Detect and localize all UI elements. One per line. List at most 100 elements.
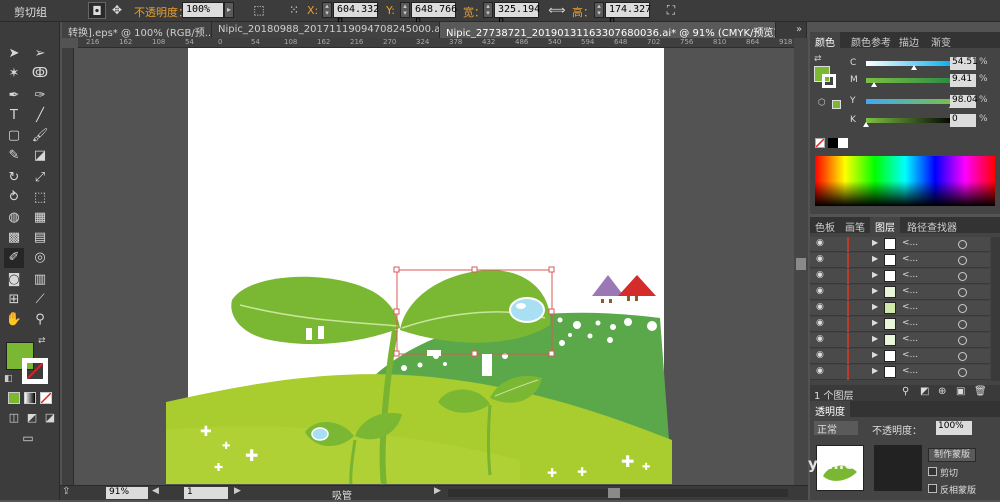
lock-slot[interactable] — [832, 365, 842, 379]
horizontal-ruler[interactable]: 216 162 108 54 0 54 108 162 216 270 324 378 432 486 54… — [78, 38, 794, 48]
channel-knob[interactable] — [863, 122, 869, 127]
stroke-swatch[interactable] — [22, 358, 48, 384]
rectangle-tool-icon[interactable]: ▢ — [4, 126, 24, 146]
free-transform-tool-icon[interactable]: ⬚ — [30, 188, 50, 208]
reference-point-icon[interactable]: ⁙ — [285, 2, 303, 19]
tab-color[interactable]: 颜色 — [810, 32, 840, 49]
transform-icon[interactable]: ⛶ — [662, 2, 680, 19]
draw-mode-icon[interactable]: ◫ — [4, 408, 24, 428]
expand-icon[interactable]: ▶ — [872, 366, 878, 375]
perspective-grid-tool-icon[interactable]: ▦ — [30, 208, 50, 228]
layer-name[interactable]: <... — [902, 350, 918, 360]
target-icon[interactable] — [958, 304, 967, 313]
slider-yellow[interactable]: Y 98.04 % — [810, 94, 1000, 110]
slice-tool-icon[interactable]: ⟋ — [30, 290, 50, 310]
direct-selection-tool-icon[interactable]: ➢ — [30, 44, 50, 64]
curvature-tool-icon[interactable]: ✑ — [30, 86, 50, 106]
none-color-swatch[interactable] — [815, 138, 825, 148]
rotate-tool-icon[interactable]: ↻ — [4, 168, 24, 188]
eye-icon[interactable]: ◉ — [816, 270, 824, 280]
target-icon[interactable] — [958, 320, 967, 329]
layer-name[interactable]: <... — [902, 366, 918, 376]
target-icon[interactable] — [958, 336, 967, 345]
column-graph-tool-icon[interactable]: ▥ — [30, 270, 50, 290]
layer-row[interactable]: ◉ ▶ <... — [810, 333, 990, 348]
channel-value[interactable]: 0 — [950, 114, 976, 127]
blend-tool-icon[interactable]: ◎ — [30, 248, 50, 268]
lasso-tool-icon[interactable]: ↂ — [30, 64, 50, 84]
layer-name[interactable]: <... — [902, 286, 918, 296]
artboard[interactable] — [188, 48, 664, 480]
target-icon[interactable] — [958, 240, 967, 249]
target-icon[interactable] — [958, 288, 967, 297]
expand-icon[interactable]: ▶ — [872, 350, 878, 359]
artboard-tool-icon[interactable]: ⊞ — [4, 290, 24, 310]
eraser-tool-icon[interactable]: ◪ — [30, 146, 50, 166]
slider-cyan[interactable]: C 54.51 % — [810, 56, 1000, 72]
height-stepper[interactable]: ▴ ▾ — [594, 2, 604, 18]
tab-brushes[interactable]: 画笔 — [840, 217, 870, 234]
white-swatch[interactable] — [838, 138, 848, 148]
slider-black[interactable]: K 0 % — [810, 113, 1000, 129]
eye-icon[interactable]: ◉ — [816, 334, 824, 344]
lock-slot[interactable] — [832, 253, 842, 267]
tab-gradient[interactable]: 渐变 — [926, 32, 956, 49]
horizontal-scroll-thumb[interactable] — [608, 488, 620, 498]
channel-value[interactable]: 9.41 — [950, 74, 976, 87]
eye-icon[interactable]: ◉ — [816, 350, 824, 360]
layer-name[interactable]: <... — [902, 318, 918, 328]
opacity-input[interactable]: 100% — [182, 2, 224, 18]
tab-swatches[interactable]: 色板 — [810, 217, 840, 234]
layer-row[interactable]: ◉ ▶ <... — [810, 285, 990, 300]
type-tool-icon[interactable]: T — [4, 106, 24, 126]
layer-row[interactable]: ◉ ▶ <... — [810, 301, 990, 316]
layer-row[interactable]: ◉ ▶ <... — [810, 237, 990, 252]
vertical-scrollbar[interactable] — [794, 38, 808, 485]
width-stepper[interactable]: ▴ ▾ — [483, 2, 493, 18]
lock-slot[interactable] — [832, 237, 842, 251]
target-icon[interactable] — [958, 352, 967, 361]
status-menu-icon[interactable]: ▶ — [434, 486, 441, 496]
color-mode-icon[interactable] — [8, 392, 20, 404]
channel-knob[interactable] — [871, 82, 878, 87]
layer-row[interactable]: ◉ ▶ <... — [810, 317, 990, 332]
warp-tool-icon[interactable]: ⥁ — [4, 188, 24, 208]
lock-slot[interactable] — [832, 269, 842, 283]
eye-icon[interactable]: ◉ — [816, 254, 824, 264]
make-clipping-mask-icon[interactable]: ◩ — [920, 386, 929, 397]
channel-value[interactable]: 98.04 — [950, 95, 978, 108]
scale-tool-icon[interactable]: ⤢ — [30, 168, 50, 188]
zoom-tool-icon[interactable]: ⚲ — [30, 310, 50, 330]
mask-thumbnail[interactable] — [874, 445, 922, 491]
open-in-bridge-icon[interactable]: ⇪ — [62, 486, 70, 497]
shape-builder-tool-icon[interactable]: ◍ — [4, 208, 24, 228]
lock-slot[interactable] — [832, 285, 842, 299]
lock-slot[interactable] — [832, 349, 842, 363]
tab-document-1[interactable]: 转换].eps* @ 100% (RGB/预... — [62, 22, 212, 38]
expand-icon[interactable]: ▶ — [872, 302, 878, 311]
channel-bar[interactable] — [866, 99, 954, 104]
gradient-mode-icon[interactable] — [24, 392, 36, 404]
lock-slot[interactable] — [832, 301, 842, 315]
channel-bar[interactable] — [866, 118, 954, 123]
layer-row[interactable]: ◉ ▶ <... — [810, 349, 990, 364]
opacity-dropdown[interactable]: ▸ — [224, 2, 234, 18]
hand-tool-icon[interactable]: ✋ — [4, 310, 24, 330]
tab-transparency[interactable]: 透明度 — [810, 401, 850, 418]
paintbrush-tool-icon[interactable]: 🖌 — [30, 126, 50, 146]
tab-document-2[interactable]: Nipic_20180988_20171119094708245000.ai*× — [212, 22, 440, 38]
expand-icon[interactable]: ▶ — [872, 238, 878, 247]
layer-name[interactable]: <... — [902, 334, 918, 344]
magic-wand-tool-icon[interactable]: ✶ — [4, 64, 24, 84]
expand-icon[interactable]: ▶ — [872, 270, 878, 279]
expand-icon[interactable]: ▶ — [872, 318, 878, 327]
slider-magenta[interactable]: M 9.41 % — [810, 73, 1000, 89]
layer-name[interactable]: <... — [902, 254, 918, 264]
symbol-sprayer-tool-icon[interactable]: ◙ — [4, 270, 24, 290]
prev-artboard-icon[interactable]: ◀ — [152, 486, 159, 496]
channel-knob[interactable] — [910, 65, 917, 70]
tabs-overflow-icon[interactable]: » — [790, 22, 807, 38]
expand-icon[interactable]: ▶ — [872, 286, 878, 295]
target-icon[interactable] — [958, 272, 967, 281]
pencil-tool-icon[interactable]: ✎ — [4, 146, 24, 166]
